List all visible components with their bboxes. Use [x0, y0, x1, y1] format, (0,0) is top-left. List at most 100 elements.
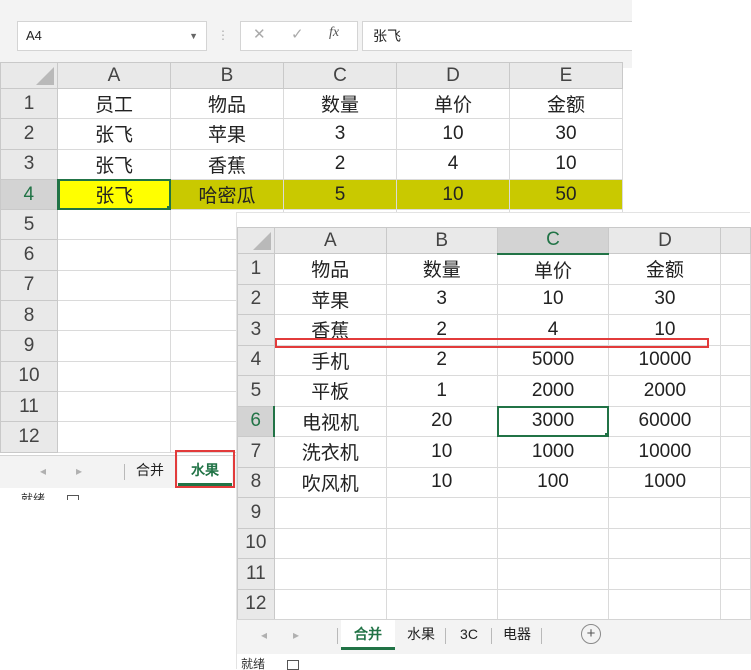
column-header[interactable]: B	[170, 62, 284, 89]
cell[interactable]: 10	[509, 148, 623, 180]
column-header[interactable]: C	[283, 62, 397, 89]
cell[interactable]: 1	[385, 375, 498, 407]
cell[interactable]	[57, 390, 171, 423]
row-header[interactable]: 1	[0, 87, 58, 120]
formula-input[interactable]: 张飞	[362, 21, 632, 51]
cell[interactable]	[720, 588, 751, 620]
cell[interactable]: 30	[509, 118, 623, 150]
chevron-down-icon[interactable]: ▼	[189, 22, 198, 50]
cell[interactable]	[720, 283, 751, 315]
row-header[interactable]: 3	[237, 314, 275, 346]
cell[interactable]	[273, 558, 387, 590]
cell[interactable]: 100	[496, 466, 610, 498]
row-header[interactable]: 7	[0, 269, 58, 302]
cell[interactable]: 员工	[57, 87, 171, 120]
cell[interactable]: 2000	[608, 375, 722, 407]
column-header[interactable]: D	[396, 62, 510, 89]
cell[interactable]	[273, 497, 387, 529]
cell[interactable]	[720, 314, 751, 346]
tab-merge[interactable]: 合并	[128, 456, 172, 486]
scroll-left-icon[interactable]: ◂	[261, 628, 267, 642]
cell[interactable]: 1000	[608, 466, 722, 498]
row-header[interactable]: 5	[237, 375, 275, 407]
cell[interactable]: 苹果	[273, 283, 387, 315]
cell[interactable]: 物品	[273, 253, 387, 285]
cell[interactable]: 数量	[385, 253, 498, 285]
name-box[interactable]: A4 ▼	[17, 21, 207, 51]
tab-appliances[interactable]: 电器	[495, 620, 539, 650]
row-header[interactable]: 9	[0, 330, 58, 362]
row-header[interactable]: 4	[237, 344, 275, 376]
cell[interactable]: 苹果	[170, 118, 284, 150]
cell[interactable]: 60000	[608, 405, 722, 437]
cell[interactable]: 哈密瓜	[170, 178, 284, 211]
cell[interactable]: 2	[385, 344, 498, 376]
scroll-right-icon[interactable]: ▸	[76, 464, 82, 478]
cell[interactable]: 电视机	[273, 405, 387, 437]
cell[interactable]	[385, 558, 498, 590]
macro-record-icon[interactable]	[287, 659, 300, 670]
cell[interactable]	[57, 300, 171, 332]
cell[interactable]: 10	[385, 436, 498, 468]
cell[interactable]: 手机	[273, 344, 387, 376]
row-header[interactable]: 2	[237, 283, 275, 315]
tab-merge[interactable]: 合并	[341, 620, 395, 650]
cell[interactable]	[57, 421, 171, 453]
cell[interactable]	[57, 269, 171, 302]
cell[interactable]	[720, 466, 751, 498]
cell[interactable]: 单价	[396, 87, 510, 120]
cell[interactable]: 吹风机	[273, 466, 387, 498]
scroll-left-icon[interactable]: ◂	[40, 464, 46, 478]
cell[interactable]: 20	[385, 405, 498, 437]
cell[interactable]	[608, 588, 722, 620]
cell[interactable]: 10	[396, 118, 510, 150]
column-header[interactable]: D	[608, 227, 722, 254]
cell[interactable]: 10	[385, 466, 498, 498]
row-header[interactable]: 11	[0, 390, 58, 423]
tab-3c[interactable]: 3C	[449, 620, 489, 650]
row-header[interactable]: 12	[237, 588, 275, 620]
cell[interactable]	[496, 558, 610, 590]
cell[interactable]	[57, 330, 171, 362]
cell[interactable]	[608, 497, 722, 529]
cell[interactable]	[608, 527, 722, 559]
cell[interactable]: 香蕉	[170, 148, 284, 180]
cell[interactable]	[720, 436, 751, 468]
cell[interactable]	[273, 588, 387, 620]
macro-record-icon[interactable]	[67, 494, 80, 500]
column-header-selected[interactable]: C	[496, 227, 610, 255]
confirm-icon[interactable]: ✓	[291, 25, 304, 43]
row-header[interactable]: 9	[237, 497, 275, 529]
cell[interactable]: 物品	[170, 87, 284, 120]
cell[interactable]	[720, 558, 751, 590]
row-header[interactable]: 6	[237, 405, 276, 437]
cell[interactable]	[57, 239, 171, 271]
cell[interactable]: 3	[283, 118, 397, 150]
cell[interactable]: 5000	[496, 344, 610, 376]
row-header[interactable]: 2	[0, 118, 58, 150]
select-all-corner[interactable]	[0, 62, 58, 89]
add-sheet-icon[interactable]: +	[581, 624, 601, 644]
cell[interactable]	[720, 375, 751, 407]
cell[interactable]	[496, 588, 610, 620]
cancel-icon[interactable]: ✕	[253, 25, 266, 43]
cell[interactable]: 2	[283, 148, 397, 180]
cell[interactable]: 3	[385, 283, 498, 315]
cell[interactable]: 张飞	[57, 178, 171, 211]
cell[interactable]: 洗衣机	[273, 436, 387, 468]
cell[interactable]	[385, 527, 498, 559]
cell[interactable]: 30	[608, 283, 722, 315]
cell[interactable]: 4	[396, 148, 510, 180]
column-header[interactable]: A	[273, 227, 387, 254]
cell[interactable]: 张飞	[57, 118, 171, 150]
cell[interactable]: 50	[509, 178, 623, 211]
cell[interactable]: 金额	[608, 253, 722, 285]
row-header[interactable]: 1	[237, 253, 275, 285]
cell[interactable]: 数量	[283, 87, 397, 120]
cell[interactable]: 5	[283, 178, 397, 211]
scroll-right-icon[interactable]: ▸	[293, 628, 299, 642]
cell[interactable]: 2000	[496, 375, 610, 407]
cell[interactable]	[385, 497, 498, 529]
cell[interactable]: 单价	[496, 253, 610, 285]
column-header[interactable]	[720, 227, 751, 254]
